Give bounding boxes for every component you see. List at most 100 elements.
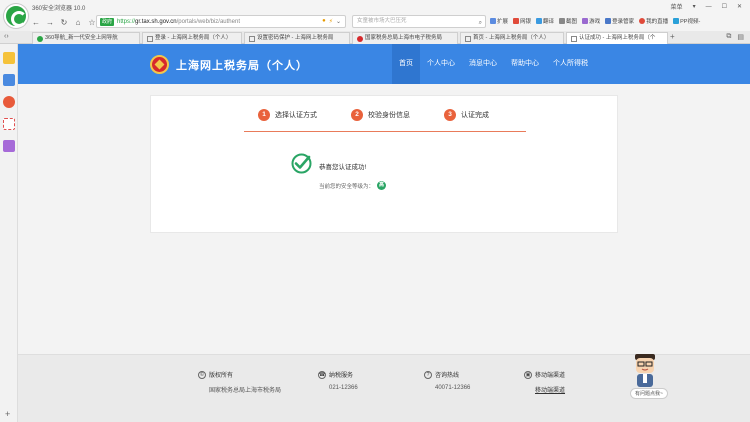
tab-bar: ‹› 360导航_新一代安全上网导航 登录 - 上海网上税务局（个人） 设置密码…	[0, 31, 750, 44]
video-icon	[673, 18, 680, 24]
screenshot-button[interactable]: 截图	[559, 17, 577, 25]
app-title: 360安全浏览器 10.0	[32, 6, 86, 12]
weibo-icon[interactable]	[3, 96, 15, 108]
favorites-star-icon[interactable]	[3, 52, 15, 64]
browser-toolbar: 扩展 网银 翻译 截图 游戏 登录管家 我的直播 PP视频-	[490, 17, 700, 25]
skin-icon[interactable]: ▾	[693, 3, 696, 10]
web-page: 上海网上税务局（个人） 首页 个人中心 消息中心 帮助中心 个人所得税 1 选择…	[18, 44, 750, 422]
step-complete: 3 认证完成	[444, 109, 489, 121]
government-site-badge: 政府	[100, 17, 115, 26]
phone-icon: ☎	[318, 370, 326, 379]
security-level-badge: 高	[377, 181, 387, 190]
footer-title: 版权所有	[209, 373, 234, 379]
browser-logo-icon[interactable]	[4, 4, 28, 28]
translate-button[interactable]: 翻译	[536, 17, 554, 25]
tab-360-navigation[interactable]: 360导航_新一代安全上网导航	[32, 32, 140, 44]
url-host: gr.tax.sh.gov.cn	[135, 18, 177, 25]
copyright-icon: ©	[198, 370, 206, 379]
tab-list-icon[interactable]: ▤	[737, 33, 744, 41]
lock-icon[interactable]: ●	[322, 18, 326, 25]
footer-title: 纳税服务	[329, 373, 354, 379]
pp-video-button[interactable]: PP视频-	[673, 17, 700, 25]
footer-mobile: ▣ 移动端渠道 移动端渠道	[524, 370, 565, 394]
step-choose-method: 1 选择认证方式	[258, 109, 317, 121]
step-label: 选择认证方式	[275, 112, 317, 119]
step-number: 1	[258, 109, 270, 121]
refresh-icon[interactable]: ↻	[58, 17, 70, 29]
search-icon[interactable]: ⌕	[479, 18, 482, 29]
forward-icon[interactable]: →	[44, 17, 56, 29]
nav-personal-center[interactable]: 个人中心	[420, 44, 462, 84]
site-title[interactable]: 上海网上税务局（个人）	[176, 57, 308, 73]
page-icon	[249, 35, 255, 42]
browser-window: 360安全浏览器 10.0 菜单 ▾ — ☐ ✕ ← → ↻ ⌂ ☆ 政府 ht…	[0, 0, 750, 422]
tab-e-tax-bureau[interactable]: 国家税务总局上海市电子税务局	[352, 32, 458, 44]
minimize-button[interactable]: —	[706, 4, 712, 10]
page-icon	[465, 35, 471, 42]
url-path: /portals/web/biz/authent	[176, 18, 240, 25]
home-icon[interactable]: ⌂	[72, 17, 84, 29]
tab-login[interactable]: 登录 - 上海网上税务局（个人）	[142, 32, 242, 44]
live-icon	[639, 18, 646, 24]
step-number: 2	[351, 109, 363, 121]
progress-steps: 1 选择认证方式 2 校验身份信息 3 认证完成	[244, 106, 526, 132]
nav-help-center[interactable]: 帮助中心	[504, 44, 546, 84]
nav-individual-income-tax[interactable]: 个人所得税	[546, 44, 595, 84]
menu-button[interactable]: 菜单	[671, 2, 683, 11]
online-banking-button[interactable]: 网银	[513, 17, 531, 25]
news-icon[interactable]	[3, 74, 15, 86]
add-sidebar-item-icon[interactable]: +	[5, 409, 10, 419]
success-check-icon	[291, 153, 312, 174]
nav-message-center[interactable]: 消息中心	[462, 44, 504, 84]
live-stream-button[interactable]: 我的直播	[639, 17, 668, 25]
footer-title: 移动端渠道	[535, 373, 566, 379]
step-number: 3	[444, 109, 456, 121]
dropdown-icon[interactable]: ⌄	[336, 18, 341, 25]
bank-icon	[513, 18, 520, 24]
footer-title: 咨询热线	[435, 373, 460, 379]
lightning-icon[interactable]: ⚡	[329, 18, 333, 25]
address-bar[interactable]: 政府 https:// gr.tax.sh.gov.cn /portals/we…	[96, 15, 346, 28]
browser-sidebar: +	[0, 44, 18, 422]
close-button[interactable]: ✕	[737, 3, 742, 10]
restore-tab-icon[interactable]: ⧉	[726, 33, 731, 41]
mobile-icon: ▣	[524, 370, 532, 379]
tab-auth-success[interactable]: 认证成功 - 上海网上税务局（个	[566, 32, 668, 44]
page-icon	[147, 35, 153, 42]
step-label: 认证完成	[461, 112, 489, 119]
games-button[interactable]: 游戏	[582, 17, 600, 25]
title-bar: 360安全浏览器 10.0 菜单 ▾ — ☐ ✕	[0, 0, 750, 14]
page-icon	[571, 35, 577, 42]
back-icon[interactable]: ←	[30, 17, 42, 29]
assistant-label[interactable]: 有问题点我~	[630, 388, 668, 399]
new-tab-button[interactable]: +	[670, 32, 675, 41]
footer-tax-service: ☎ 纳税服务 021-12366	[318, 370, 358, 391]
security-level-row: 当前您的安全等级为： 高	[319, 181, 387, 190]
notes-icon[interactable]	[3, 140, 15, 152]
site-header: 上海网上税务局（个人） 首页 个人中心 消息中心 帮助中心 个人所得税	[18, 44, 750, 84]
site-nav: 首页 个人中心 消息中心 帮助中心 个人所得税	[392, 44, 595, 84]
nav-home[interactable]: 首页	[392, 44, 420, 84]
tab-scroll-left-icon[interactable]: ‹›	[4, 33, 9, 40]
tax-emblem-icon	[150, 55, 169, 74]
auth-result-card: 1 选择认证方式 2 校验身份信息 3 认证完成 恭喜您认证成功! 当前您的安全…	[150, 95, 618, 233]
assistant-avatar-icon[interactable]	[632, 352, 658, 388]
security-level-label: 当前您的安全等级为：	[319, 183, 375, 190]
extensions-button[interactable]: 扩展	[490, 17, 508, 25]
question-icon: ?	[424, 370, 432, 379]
tab-set-password[interactable]: 设置密码保护 - 上海网上税务局	[244, 32, 350, 44]
success-message: 恭喜您认证成功!	[319, 164, 367, 171]
footer-hotline: ? 咨询热线 40071-12366	[424, 370, 470, 391]
360-icon	[37, 35, 43, 42]
screenshot-icon[interactable]	[3, 118, 15, 130]
step-verify-identity: 2 校验身份信息	[351, 109, 410, 121]
tax-emblem-icon	[357, 35, 363, 42]
game-icon	[582, 18, 589, 24]
search-input[interactable]: 女童被市场大巴压死 ⌕	[352, 15, 486, 28]
tab-home[interactable]: 首页 - 上海网上税务局（个人）	[460, 32, 564, 44]
mobile-channel-link[interactable]: 移动端渠道	[524, 385, 565, 394]
step-label: 校验身份信息	[368, 112, 410, 119]
maximize-button[interactable]: ☐	[722, 3, 727, 10]
navigation-bar: ← → ↻ ⌂ ☆ 政府 https:// gr.tax.sh.gov.cn /…	[30, 14, 750, 31]
login-manager-button[interactable]: 登录管家	[605, 17, 634, 25]
